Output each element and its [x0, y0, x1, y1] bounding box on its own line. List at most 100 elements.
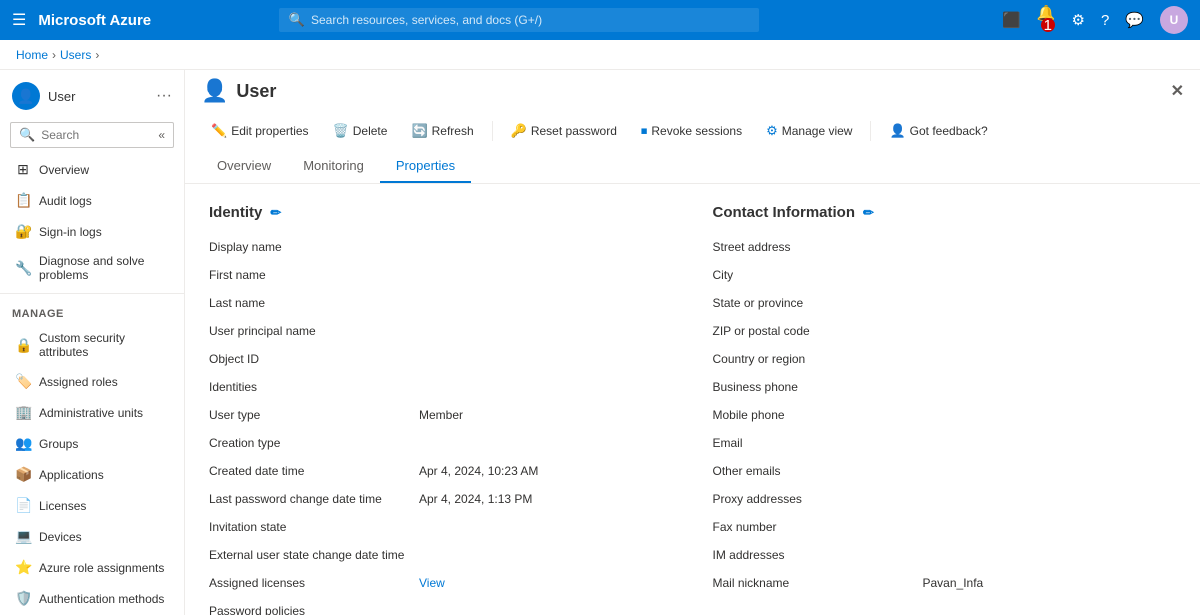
licenses-icon: 📄 — [15, 497, 31, 514]
sidebar-item-label: Administrative units — [39, 406, 143, 420]
app-title: Microsoft Azure — [38, 12, 151, 29]
panel-title: 👤 User ✕ — [201, 78, 1184, 112]
terminal-icon[interactable]: ⬛ — [1002, 11, 1021, 29]
property-row: First name — [209, 263, 673, 291]
property-row: Proxy addresses — [713, 487, 1177, 515]
sidebar-item-label: Azure role assignments — [39, 561, 164, 575]
refresh-button[interactable]: 🔄 Refresh — [401, 118, 483, 144]
sidebar-item-assigned-roles[interactable]: 🏷️ Assigned roles — [0, 366, 184, 397]
property-row-mail-nickname: Mail nickname Pavan_Infa — [713, 571, 1177, 599]
sidebar-item-label: Sign-in logs — [39, 225, 102, 239]
sidebar-collapse-icon[interactable]: « — [158, 128, 165, 142]
manage-view-icon: ⚙ — [766, 123, 778, 139]
sidebar-nav: ⊞ Overview 📋 Audit logs 🔐 Sign-in logs 🔧… — [0, 154, 184, 615]
sidebar-item-label: Licenses — [39, 499, 86, 513]
sidebar-item-label: Overview — [39, 163, 89, 177]
help-icon[interactable]: ? — [1101, 12, 1109, 29]
settings-icon[interactable]: ⚙ — [1071, 11, 1084, 29]
revoke-sessions-button[interactable]: ⏹ Revoke sessions — [631, 118, 752, 144]
feedback-icon: 👤 — [889, 123, 905, 139]
contact-section-title: Contact Information ✏ — [713, 204, 1177, 221]
sidebar-item-overview[interactable]: ⊞ Overview — [0, 154, 184, 185]
property-row: Country or region — [713, 347, 1177, 375]
property-row-created: Created date time Apr 4, 2024, 10:23 AM — [209, 459, 673, 487]
notifications-icon[interactable]: 🔔 1 — [1037, 4, 1056, 36]
breadcrumb-home[interactable]: Home — [16, 48, 48, 62]
sidebar-more-button[interactable]: ··· — [156, 87, 172, 105]
tab-monitoring[interactable]: Monitoring — [287, 150, 380, 183]
sidebar-item-label: Authentication methods — [39, 592, 164, 606]
tab-overview[interactable]: Overview — [201, 150, 287, 183]
properties-content: Identity ✏ Display name First name Last … — [185, 184, 1200, 615]
page-title: 👤 User — [201, 78, 276, 104]
devices-icon: 💻 — [15, 528, 31, 545]
sidebar-item-licenses[interactable]: 📄 Licenses — [0, 490, 184, 521]
sign-in-logs-icon: 🔐 — [15, 223, 31, 240]
assigned-licenses-link[interactable]: View — [419, 576, 445, 590]
sidebar-item-devices[interactable]: 💻 Devices — [0, 521, 184, 552]
sidebar-item-sign-in-logs[interactable]: 🔐 Sign-in logs — [0, 216, 184, 247]
property-row: State or province — [713, 291, 1177, 319]
tab-properties[interactable]: Properties — [380, 150, 471, 183]
breadcrumb-users[interactable]: Users — [60, 48, 91, 62]
groups-icon: 👥 — [15, 435, 31, 452]
sidebar-item-custom-security[interactable]: 🔒 Custom security attributes — [0, 324, 184, 366]
search-icon: 🔍 — [289, 12, 305, 28]
property-row: Other emails — [713, 459, 1177, 487]
delete-button[interactable]: 🗑️ Delete — [323, 118, 398, 144]
sidebar-item-label: Assigned roles — [39, 375, 118, 389]
diagnose-icon: 🔧 — [15, 260, 31, 277]
sidebar-user-label: User — [48, 89, 75, 104]
sidebar-item-azure-role[interactable]: ⭐ Azure role assignments — [0, 552, 184, 583]
property-row: Invitation state — [209, 515, 673, 543]
property-row: Email — [713, 431, 1177, 459]
close-button[interactable]: ✕ — [1171, 81, 1184, 101]
identity-properties: Display name First name Last name User p… — [209, 235, 673, 615]
notification-badge: 1 — [1041, 18, 1055, 32]
global-search[interactable]: 🔍 — [279, 8, 759, 32]
applications-icon: 📦 — [15, 466, 31, 483]
property-row: Business phone — [713, 375, 1177, 403]
sidebar-user-icon: 👤 — [12, 82, 40, 110]
hamburger-menu[interactable]: ☰ — [12, 10, 26, 30]
search-input[interactable] — [311, 13, 749, 27]
identity-section-title: Identity ✏ — [209, 204, 673, 221]
property-row: Identities — [209, 375, 673, 403]
sidebar-search-icon: 🔍 — [19, 127, 35, 143]
sidebar-search-input[interactable] — [41, 128, 152, 142]
property-row-last-password: Last password change date time Apr 4, 20… — [209, 487, 673, 515]
property-row: Object ID — [209, 347, 673, 375]
reset-password-button[interactable]: 🔑 Reset password — [501, 118, 627, 144]
panel-header: 👤 User ✕ ✏️ Edit properties 🗑️ Delete 🔄 … — [185, 70, 1200, 184]
nav-icons: ⬛ 🔔 1 ⚙ ? 💬 U — [1002, 4, 1188, 36]
audit-logs-icon: 📋 — [15, 192, 31, 209]
property-row: ZIP or postal code — [713, 319, 1177, 347]
property-row: Mobile phone — [713, 403, 1177, 431]
auth-methods-icon: 🛡️ — [15, 590, 31, 607]
property-row-assigned-licenses: Assigned licenses View — [209, 571, 673, 599]
feedback-icon[interactable]: 💬 — [1125, 11, 1144, 29]
property-row: Display name — [209, 235, 673, 263]
azure-role-icon: ⭐ — [15, 559, 31, 576]
sidebar-item-groups[interactable]: 👥 Groups — [0, 428, 184, 459]
sidebar-item-applications[interactable]: 📦 Applications — [0, 459, 184, 490]
sidebar-item-diagnose[interactable]: 🔧 Diagnose and solve problems — [0, 247, 184, 289]
sidebar-item-admin-units[interactable]: 🏢 Administrative units — [0, 397, 184, 428]
property-row: Creation type — [209, 431, 673, 459]
avatar[interactable]: U — [1160, 6, 1188, 34]
contact-edit-icon[interactable]: ✏ — [863, 205, 874, 221]
property-row: Password policies — [209, 599, 673, 615]
feedback-button[interactable]: 👤 Got feedback? — [879, 118, 997, 144]
delete-icon: 🗑️ — [333, 123, 349, 139]
assigned-roles-icon: 🏷️ — [15, 373, 31, 390]
manage-view-button[interactable]: ⚙ Manage view — [756, 118, 862, 144]
sidebar-search[interactable]: 🔍 « — [10, 122, 174, 148]
sidebar-item-auth-methods[interactable]: 🛡️ Authentication methods — [0, 583, 184, 614]
sidebar-item-label: Diagnose and solve problems — [39, 254, 172, 282]
manage-section-label: Manage — [0, 298, 184, 324]
edit-properties-button[interactable]: ✏️ Edit properties — [201, 118, 319, 144]
property-row: IM addresses — [713, 543, 1177, 571]
identity-edit-icon[interactable]: ✏ — [270, 205, 281, 221]
reset-password-icon: 🔑 — [511, 123, 527, 139]
sidebar-item-audit-logs[interactable]: 📋 Audit logs — [0, 185, 184, 216]
